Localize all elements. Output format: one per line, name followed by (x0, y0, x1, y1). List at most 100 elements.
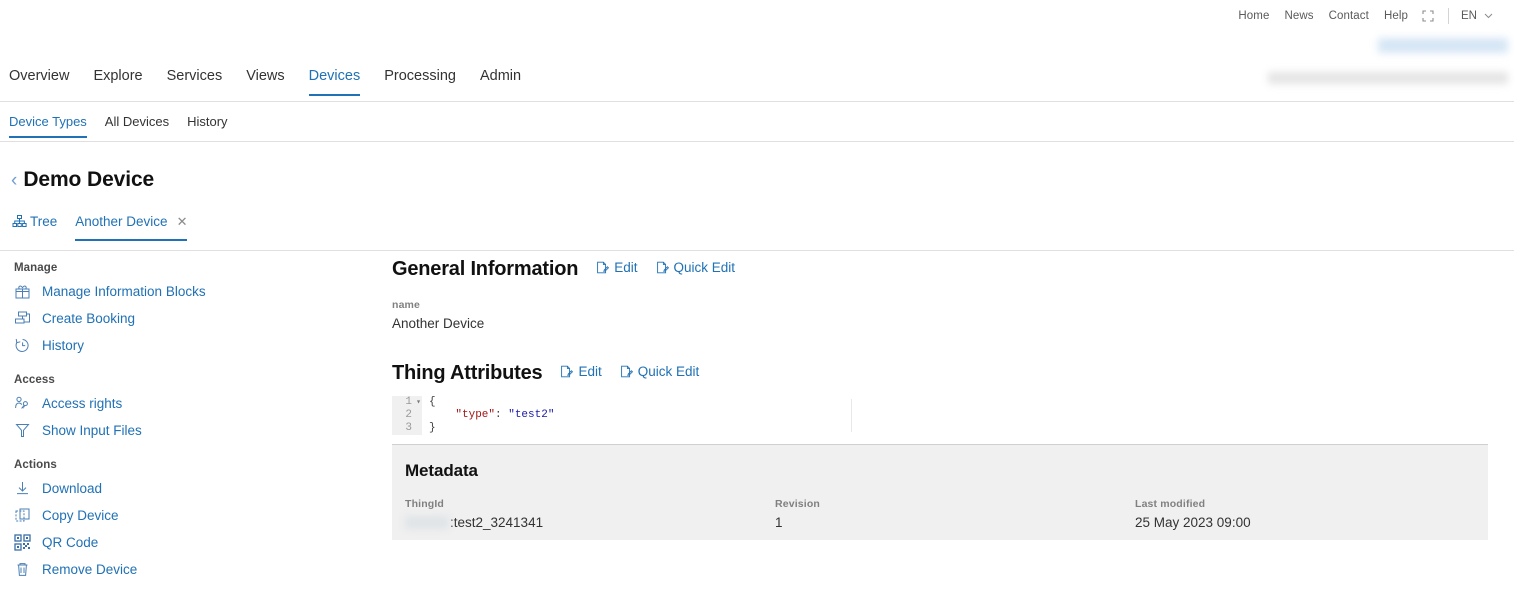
code-token-value: "test2" (508, 409, 555, 421)
sidebar-group-access-title: Access (14, 374, 55, 386)
code-token-brace-open: { (429, 396, 436, 408)
general-information-header: General Information Edit Quick Edit (392, 258, 1488, 281)
nav-item-devices[interactable]: Devices (308, 62, 360, 96)
editor-print-margin (851, 399, 852, 432)
editor-line-number: 2 (392, 409, 422, 422)
sidebar-item-qr-code[interactable]: QR Code (0, 529, 390, 556)
download-icon (14, 480, 33, 497)
metadata-last-modified-column: Last modified 25 May 2023 09:00 (1135, 498, 1251, 530)
general-information-quick-edit-button[interactable]: Quick Edit (656, 260, 736, 275)
quick-edit-label: Quick Edit (673, 260, 736, 275)
editor-line-number: 3 (392, 422, 422, 435)
tree-hierarchy-icon (12, 214, 27, 229)
sidebar-item-download[interactable]: Download (0, 475, 390, 502)
general-information-edit-button[interactable]: Edit (596, 260, 638, 275)
tab-tree-label: Tree (30, 214, 58, 229)
fold-marker-icon[interactable]: ▾ (416, 396, 421, 409)
nav-item-processing[interactable]: Processing (384, 62, 456, 96)
nav-item-explore[interactable]: Explore (93, 62, 142, 96)
filter-funnel-icon (14, 422, 33, 439)
code-line: { (422, 396, 1488, 409)
metadata-thingid-value-row: :test2_3241341 (405, 515, 775, 530)
subnav-item-device-types[interactable]: Device Types (9, 102, 87, 138)
subnav-item-all-devices[interactable]: All Devices (105, 102, 169, 138)
quick-edit-label: Quick Edit (637, 364, 700, 379)
metadata-panel: Metadata ThingId :test2_3241341 Revision… (392, 444, 1488, 540)
sidebar-item-label: Remove Device (42, 562, 138, 577)
sidebar-group-manage-title: Manage (14, 262, 58, 274)
qr-code-icon (14, 534, 33, 551)
topbar-link-home[interactable]: Home (1238, 10, 1269, 22)
sidebar-item-remove-device[interactable]: Remove Device (0, 556, 390, 583)
thing-attributes-quick-edit-button[interactable]: Quick Edit (620, 364, 700, 379)
line-number-text: 3 (405, 422, 412, 434)
device-tab-bar: Tree Another Device ✕ (0, 214, 1514, 251)
code-token-key: "type" (455, 409, 496, 421)
nav-item-overview[interactable]: Overview (9, 62, 69, 96)
sidebar-item-create-booking[interactable]: Create Booking (0, 305, 390, 332)
sidebar-item-history[interactable]: History (0, 332, 390, 359)
sidebar-item-label: Create Booking (42, 311, 136, 326)
tab-another-device-label: Another Device (75, 214, 168, 229)
fullscreen-icon[interactable] (1422, 9, 1434, 22)
close-icon[interactable]: ✕ (177, 215, 188, 228)
sidebar-item-label: Copy Device (42, 508, 119, 523)
json-code-editor[interactable]: 1 ▾ 2 3 { "type": "test2" } (392, 396, 1488, 435)
sidebar-item-label: Access rights (42, 396, 123, 411)
sidebar: Manage Manage Information Blocks Create … (0, 262, 390, 583)
sidebar-item-manage-information-blocks[interactable]: Manage Information Blocks (0, 278, 390, 305)
history-clock-icon (14, 337, 33, 354)
thing-attributes-heading: Thing Attributes (392, 362, 543, 384)
thing-attributes-edit-button[interactable]: Edit (560, 364, 602, 379)
metadata-revision-label: Revision (775, 498, 820, 510)
sidebar-item-label: QR Code (42, 535, 99, 550)
redacted-user-name (1378, 38, 1508, 53)
editor-code-area[interactable]: { "type": "test2" } (422, 396, 1488, 435)
thing-attributes-header: Thing Attributes Edit Quick Edit (392, 362, 1488, 385)
subnav-item-history[interactable]: History (187, 102, 227, 138)
nav-item-views[interactable]: Views (246, 62, 284, 96)
general-information-heading: General Information (392, 258, 579, 280)
sidebar-item-access-rights[interactable]: Access rights (0, 390, 390, 417)
chevron-down-icon[interactable] (1483, 10, 1494, 21)
metadata-revision-value: 1 (775, 515, 783, 530)
sidebar-group-actions-title: Actions (14, 459, 57, 471)
topbar-link-help[interactable]: Help (1384, 10, 1408, 22)
sidebar-item-copy-device[interactable]: Copy Device (0, 502, 390, 529)
topbar-link-contact[interactable]: Contact (1329, 10, 1369, 22)
metadata-thingid-value: :test2_3241341 (450, 515, 544, 530)
name-field-label: name (392, 299, 421, 311)
page-title-bar: ‹ Demo Device (11, 168, 154, 192)
sidebar-item-label: Manage Information Blocks (42, 284, 206, 299)
tab-another-device[interactable]: Another Device ✕ (75, 214, 188, 241)
metadata-revision-column: Revision 1 (775, 498, 1135, 530)
copy-icon (14, 507, 33, 524)
editor-gutter: 1 ▾ 2 3 (392, 396, 422, 435)
edit-document-icon (596, 261, 610, 274)
booking-icon (14, 310, 33, 327)
sidebar-item-label: Show Input Files (42, 423, 142, 438)
line-number-text: 1 (405, 396, 412, 408)
topbar-link-news[interactable]: News (1284, 10, 1313, 22)
code-token-brace-close: } (429, 422, 436, 434)
tab-tree[interactable]: Tree (12, 214, 57, 241)
main-content: General Information Edit Quick Edit name… (392, 258, 1488, 540)
metadata-thingid-column: ThingId :test2_3241341 (405, 498, 775, 530)
nav-item-admin[interactable]: Admin (480, 62, 521, 96)
nav-item-services[interactable]: Services (167, 62, 223, 96)
metadata-thingid-label: ThingId (405, 498, 444, 510)
information-block-icon (14, 283, 33, 300)
sidebar-item-label: Download (42, 481, 103, 496)
chevron-left-icon[interactable]: ‹ (11, 171, 17, 190)
edit-label: Edit (614, 260, 638, 275)
language-selector-label[interactable]: EN (1461, 10, 1477, 22)
edit-document-icon (620, 365, 633, 378)
edit-label: Edit (578, 364, 602, 379)
metadata-last-modified-value: 25 May 2023 09:00 (1135, 515, 1251, 530)
sidebar-item-show-input-files[interactable]: Show Input Files (0, 417, 390, 444)
metadata-heading: Metadata (405, 461, 478, 480)
sidebar-item-label: History (42, 338, 85, 353)
